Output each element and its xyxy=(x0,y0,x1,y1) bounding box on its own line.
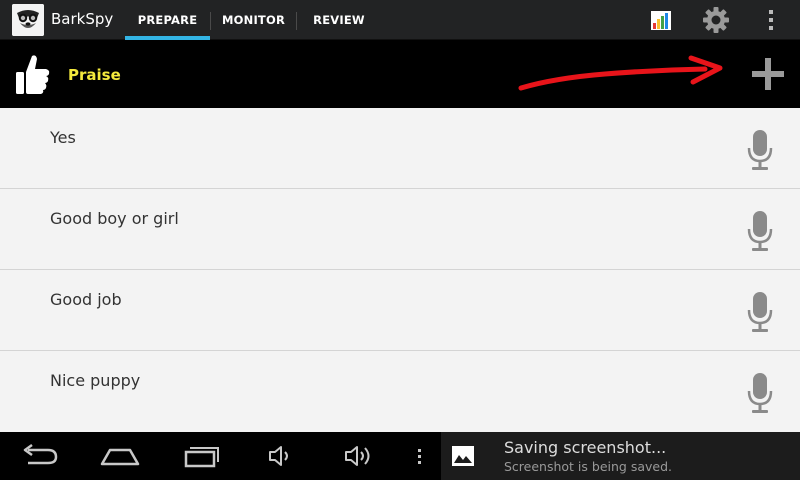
tab-prepare[interactable]: PREPARE xyxy=(125,0,210,40)
overflow-menu-icon[interactable] xyxy=(755,4,787,36)
category-title: Praise xyxy=(68,66,121,84)
command-label: Yes xyxy=(50,128,76,147)
home-icon[interactable] xyxy=(98,442,142,470)
list-item[interactable]: Nice puppy xyxy=(0,351,800,432)
microphone-icon[interactable] xyxy=(744,128,776,172)
menu-icon[interactable] xyxy=(405,442,435,470)
system-navigation-bar: Saving screenshot... Screenshot is being… xyxy=(0,432,800,480)
volume-up-icon[interactable] xyxy=(338,442,382,470)
add-command-icon[interactable] xyxy=(748,54,788,94)
list-item[interactable]: Good job xyxy=(0,270,800,351)
command-label: Good job xyxy=(50,290,122,309)
notification-title: Saving screenshot... xyxy=(504,438,667,457)
command-list: Yes Good boy or girl Good job Nice puppy xyxy=(0,108,800,432)
app-title: BarkSpy xyxy=(51,10,114,28)
recent-apps-icon[interactable] xyxy=(178,442,222,470)
list-item[interactable]: Yes xyxy=(0,108,800,189)
microphone-icon[interactable] xyxy=(744,290,776,334)
microphone-icon[interactable] xyxy=(744,371,776,415)
back-icon[interactable] xyxy=(18,442,62,470)
gear-icon[interactable] xyxy=(700,4,732,36)
thumbs-up-icon xyxy=(12,52,52,96)
tab-monitor[interactable]: MONITOR xyxy=(211,0,296,40)
action-bar: BarkSpy PREPARE MONITOR REVIEW xyxy=(0,0,800,40)
volume-down-icon[interactable] xyxy=(258,442,302,470)
microphone-icon[interactable] xyxy=(744,209,776,253)
list-item[interactable]: Good boy or girl xyxy=(0,189,800,270)
tab-review[interactable]: REVIEW xyxy=(297,0,381,40)
image-icon xyxy=(451,444,475,468)
chart-icon[interactable] xyxy=(645,4,677,36)
screenshot-notification[interactable]: Saving screenshot... Screenshot is being… xyxy=(441,432,800,480)
red-arrow-icon xyxy=(518,55,723,91)
command-label: Nice puppy xyxy=(50,371,141,390)
notification-subtitle: Screenshot is being saved. xyxy=(504,459,672,474)
app-logo-icon[interactable] xyxy=(12,4,44,36)
command-label: Good boy or girl xyxy=(50,209,179,228)
